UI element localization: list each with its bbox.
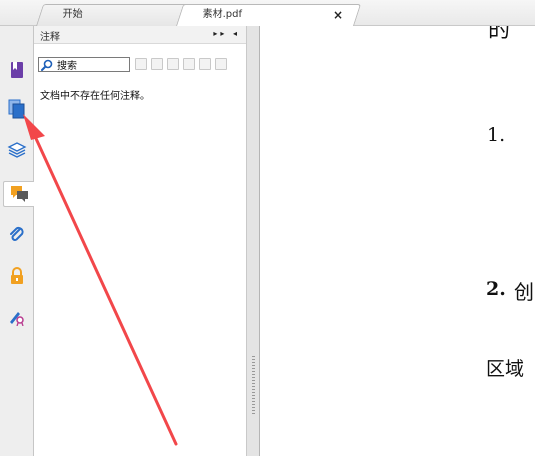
attachments-icon [10,226,24,241]
document-text-fragment: 的 [488,26,511,43]
annotation-panel: 注释 ▸▸ ◂ 搜索 文档中不存在任何注释。 [34,26,246,456]
tab-bar: 开始 素材.pdf × [0,0,535,26]
tab-document-label: 素材.pdf [202,9,242,20]
panel-collapse-controls[interactable]: ▸▸ ◂ [213,29,240,38]
attachments-panel-button[interactable] [4,222,30,248]
security-panel-button[interactable] [4,263,30,289]
panel-title: 注释 [40,32,60,43]
empty-annotations-message: 文档中不存在任何注释。 [40,91,150,102]
layers-icon [7,142,27,158]
expand-all-icon[interactable] [135,58,147,70]
layers-panel-button[interactable] [4,137,30,163]
annotation-toolbar [135,58,227,70]
comment-options-icon[interactable] [215,58,227,70]
pages-thumbnail-icon [8,99,25,119]
pages-panel-button[interactable] [4,96,30,122]
panel-header: 注释 ▸▸ ◂ [34,26,246,44]
tab-close-button[interactable]: × [331,8,345,22]
document-list-number-1: 1. [487,124,506,146]
tab-start-label: 开始 [62,9,83,20]
next-annotation-icon[interactable] [183,58,195,70]
comments-icon [10,186,28,202]
search-button[interactable]: 搜索 [38,57,130,72]
signature-icon [10,312,24,326]
document-text-fragment: 区域 [486,358,525,380]
document-page: 的 1. 2. 创 区域 [260,26,535,456]
signature-panel-button[interactable] [4,304,30,330]
search-icon [41,59,53,71]
tab-start[interactable]: 开始 [36,4,192,26]
panel-splitter[interactable] [246,26,260,456]
navigation-icon-strip [0,26,35,456]
search-label: 搜索 [57,61,77,72]
bookmark-icon [11,62,23,78]
previous-annotation-icon[interactable] [167,58,179,70]
bookmark-button[interactable] [4,57,30,83]
collapse-all-icon[interactable] [151,58,163,70]
document-list-number-2: 2. [486,278,506,300]
comments-panel-button[interactable] [3,181,35,207]
splitter-grip[interactable] [252,356,255,416]
document-text-fragment: 创 [514,280,534,304]
import-annotation-icon[interactable] [199,58,211,70]
security-lock-icon [11,267,23,284]
